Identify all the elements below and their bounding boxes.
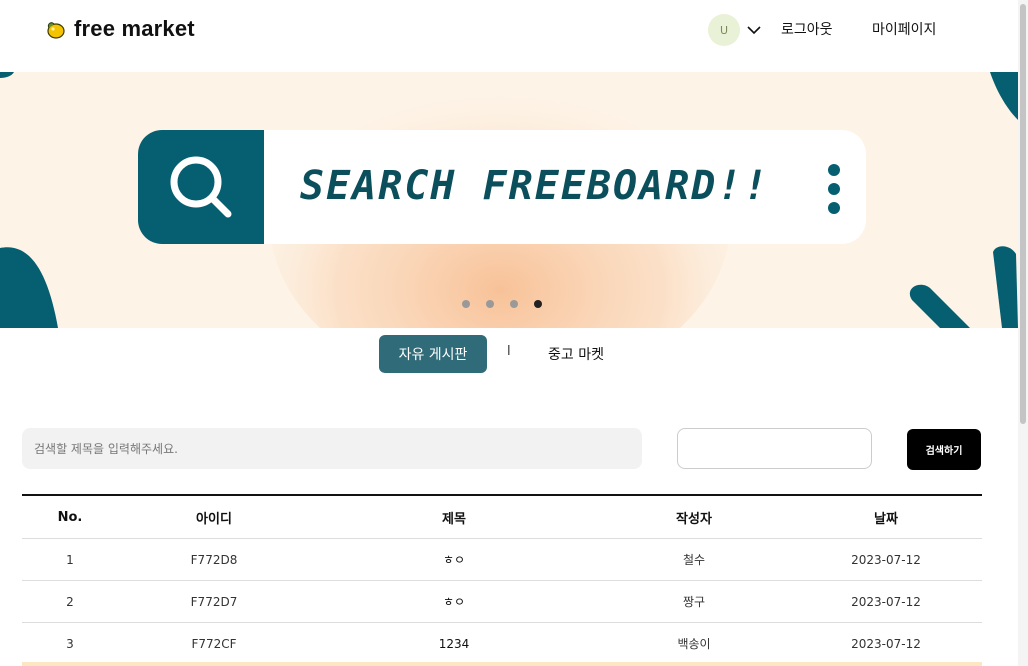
logout-link[interactable]: 로그아웃: [781, 19, 833, 39]
table-header-row: No. 아이디 제목 작성자 날짜: [22, 496, 982, 539]
cell-id: F772D7: [190, 594, 238, 609]
tab-used-market[interactable]: 중고 마켓: [548, 344, 604, 364]
logo[interactable]: free market: [44, 16, 195, 42]
avatar[interactable]: U: [708, 14, 740, 46]
tab-free-board[interactable]: 자유 게시판: [379, 335, 487, 373]
cell-no: 3: [66, 636, 74, 651]
next-row-highlight: [22, 662, 982, 666]
cell-date: 2023-07-12: [851, 636, 921, 651]
carousel-dot[interactable]: [486, 300, 494, 308]
header-id: 아이디: [196, 511, 232, 527]
banner-title: SEARCH FREEBOARD!!: [300, 163, 770, 209]
lemon-icon: [47, 22, 65, 39]
mypage-link[interactable]: 마이페이지: [872, 19, 936, 39]
cell-writer: 짱구: [682, 595, 706, 609]
cell-id: F772CF: [191, 636, 237, 651]
cell-title[interactable]: ㅎㅇ: [310, 551, 598, 568]
carousel-dot[interactable]: [510, 300, 518, 308]
header-title: 제목: [442, 511, 466, 527]
table-row[interactable]: 1 F772D8 ㅎㅇ 철수 2023-07-12: [22, 539, 982, 581]
cell-id: F772D8: [190, 552, 238, 567]
scrollbar-thumb[interactable]: [1020, 4, 1026, 424]
carousel-dots: [462, 300, 542, 308]
cell-writer: 철수: [682, 553, 706, 567]
table-row[interactable]: 2 F772D7 ㅎㅇ 짱구 2023-07-12: [22, 581, 982, 623]
carousel-dot-active[interactable]: [534, 300, 542, 308]
date-range-input[interactable]: [677, 428, 872, 469]
chevron-down-icon[interactable]: [746, 22, 762, 38]
cell-title[interactable]: ㅎㅇ: [310, 593, 598, 610]
board-table: No. 아이디 제목 작성자 날짜 1 F772D8 ㅎㅇ 철수 2023-07…: [22, 494, 982, 664]
kebab-menu-icon: [826, 164, 842, 216]
search-icon: [138, 130, 264, 244]
scrollbar[interactable]: [1018, 0, 1028, 666]
carousel-dot[interactable]: [462, 300, 470, 308]
cell-title[interactable]: 1234: [310, 637, 598, 651]
table-row[interactable]: 3 F772CF 1234 백송이 2023-07-12: [22, 623, 982, 664]
search-input[interactable]: [22, 428, 642, 469]
header-date: 날짜: [874, 511, 898, 527]
header: free market U 로그아웃 마이페이지: [0, 0, 1018, 72]
header-writer: 작성자: [676, 511, 712, 527]
cell-date: 2023-07-12: [851, 594, 921, 609]
cell-writer: 백송이: [677, 637, 711, 651]
cell-no: 1: [66, 552, 74, 567]
cell-date: 2023-07-12: [851, 552, 921, 567]
logo-text: free market: [74, 16, 195, 41]
header-no: No.: [57, 509, 83, 525]
banner-carousel[interactable]: SEARCH FREEBOARD!!: [0, 72, 1018, 328]
search-button[interactable]: 검색하기: [907, 429, 981, 470]
cell-no: 2: [66, 594, 74, 609]
tab-separator: l: [507, 344, 511, 359]
